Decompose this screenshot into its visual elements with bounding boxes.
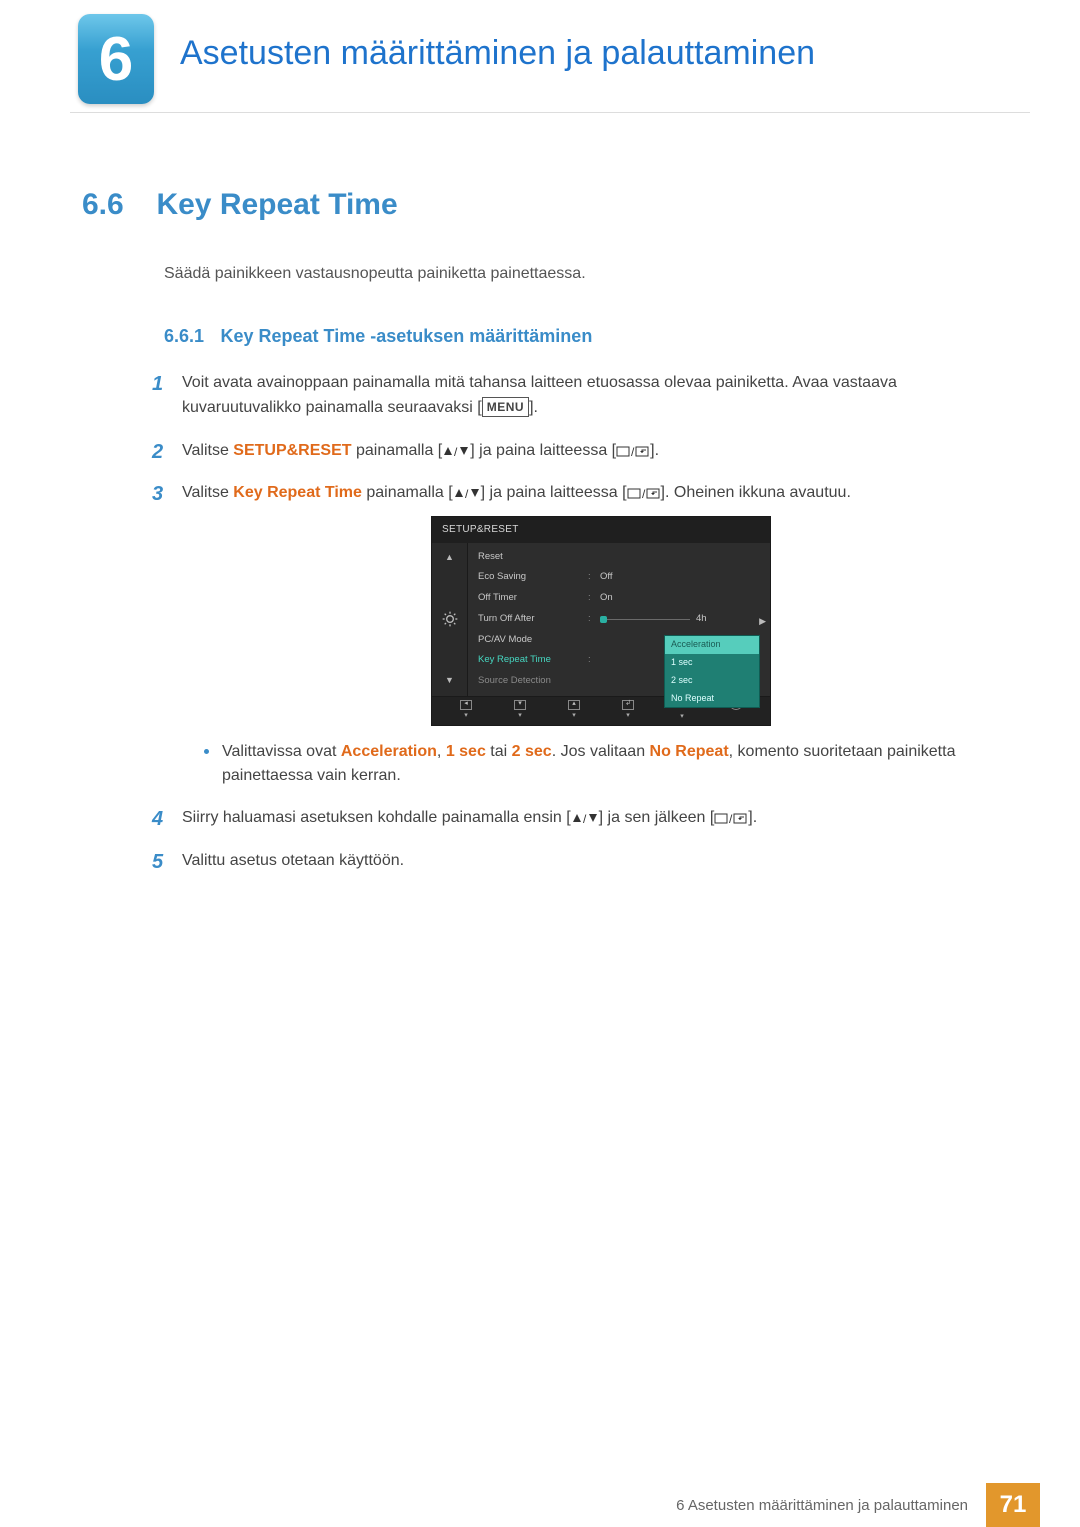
step-5-text: Valittu asetus otetaan käyttöön.: [182, 852, 404, 869]
osd-slider: [600, 619, 690, 620]
divider: [70, 112, 1030, 113]
osd-val-turn-off: 4h: [696, 612, 707, 627]
step-number: 3: [152, 479, 163, 510]
step-3: 3 Valitse Key Repeat Time painamalla [ /]…: [152, 481, 1020, 788]
setup-reset-label: SETUP&RESET: [233, 442, 351, 459]
osd-row-reset: Reset: [478, 550, 588, 565]
step-number: 5: [152, 847, 163, 878]
step-5: 5 Valittu asetus otetaan käyttöön.: [152, 849, 1020, 874]
section-title: Key Repeat Time: [156, 188, 397, 222]
step-3-text-d: ]. Oheinen ikkuna avautuu.: [661, 484, 851, 501]
step-2: 2 Valitse SETUP&RESET painamalla [/] ja …: [152, 439, 1020, 464]
osd-title: SETUP&RESET: [432, 517, 770, 543]
step-3-bullet: Valittavissa ovat Acceleration, 1 sec ta…: [204, 740, 1020, 788]
step-number: 4: [152, 804, 163, 835]
step-3-text-b: painamalla [: [362, 484, 453, 501]
key-repeat-time-label: Key Repeat Time: [233, 484, 362, 501]
opt-acceleration: Acceleration: [341, 743, 437, 760]
step-1-text-b: ].: [529, 399, 538, 416]
svg-text:/: /: [631, 445, 635, 457]
opt-2sec: 2 sec: [512, 743, 552, 760]
step-4-text-a: Siirry haluamasi asetuksen kohdalle pain…: [182, 809, 571, 826]
step-4-text-c: ].: [748, 809, 757, 826]
step-2-text-a: Valitse: [182, 442, 233, 459]
osd-val-eco: Off: [600, 570, 760, 585]
osd-val-off-timer: On: [600, 591, 760, 606]
svg-text:/: /: [729, 812, 733, 824]
step-3-text-c: ] ja paina laitteessa [: [481, 484, 627, 501]
chapter-title: Asetusten määrittäminen ja palauttaminen: [180, 34, 815, 73]
osd-option-2sec: 2 sec: [665, 672, 759, 690]
osd-options-panel: Acceleration 1 sec 2 sec No Repeat: [664, 635, 760, 709]
osd-row-off-timer: Off Timer: [478, 591, 588, 606]
opt-1sec: 1 sec: [446, 743, 486, 760]
step-1-text-a: Voit avata avainoppaan painamalla mitä t…: [182, 374, 897, 416]
step-number: 1: [152, 369, 163, 400]
osd-option-acceleration: Acceleration: [665, 636, 759, 654]
osd-option-no-repeat: No Repeat: [665, 690, 759, 708]
step-2-text-c: ] ja paina laitteessa [: [470, 442, 616, 459]
chapter-number: 6: [99, 24, 133, 95]
section-intro: Säädä painikkeen vastausnopeutta painike…: [164, 262, 1020, 286]
step-4-text-b: ] ja sen jälkeen [: [599, 809, 715, 826]
footer-text: 6 Asetusten määrittäminen ja palauttamin…: [676, 1483, 986, 1527]
page-footer: 6 Asetusten määrittäminen ja palauttamin…: [0, 1483, 1080, 1527]
osd-row-krt: Key Repeat Time: [478, 653, 588, 668]
osd-row-eco: Eco Saving: [478, 570, 588, 585]
subsection-number: 6.6.1: [164, 326, 204, 346]
subsection-title: Key Repeat Time -asetuksen määrittäminen: [221, 326, 593, 346]
up-down-icon: /: [571, 812, 599, 824]
osd-btn-up-icon: ▴: [568, 700, 580, 710]
svg-text:/: /: [454, 445, 458, 457]
enter-return-icon: /: [714, 812, 748, 824]
osd-row-turn-off: Turn Off After: [478, 612, 588, 627]
up-down-icon: /: [442, 445, 470, 457]
step-2-text-d: ].: [650, 442, 659, 459]
osd-btn-back-icon: ◂: [460, 700, 472, 710]
osd-btn-down-icon: ▾: [514, 700, 526, 710]
section-number: 6.6: [82, 188, 152, 222]
svg-text:/: /: [465, 487, 469, 499]
gear-icon: [442, 611, 458, 627]
osd-row-pcav: PC/AV Mode: [478, 633, 588, 648]
step-number: 2: [152, 437, 163, 468]
svg-text:/: /: [642, 487, 646, 499]
step-2-text-b: painamalla [: [352, 442, 443, 459]
osd-btn-enter-icon: ↲: [622, 700, 634, 710]
osd-row-source: Source Detection: [478, 674, 588, 689]
osd-up-icon: ▲: [445, 551, 454, 565]
osd-caret-icon: ▶: [759, 615, 766, 629]
osd-down-icon: ▼: [445, 674, 454, 688]
up-down-icon: /: [453, 487, 481, 499]
opt-no-repeat: No Repeat: [650, 743, 729, 760]
step-4: 4 Siirry haluamasi asetuksen kohdalle pa…: [152, 806, 1020, 831]
enter-return-icon: /: [627, 487, 661, 499]
chapter-number-badge: 6: [78, 14, 154, 104]
osd-screenshot: SETUP&RESET ▲ ▼ Reset Eco Saving:Off Off…: [431, 516, 771, 726]
menu-button-icon: MENU: [482, 397, 529, 418]
osd-option-1sec: 1 sec: [665, 654, 759, 672]
svg-text:/: /: [583, 812, 587, 824]
footer-page-number: 71: [986, 1483, 1040, 1527]
enter-return-icon: /: [616, 445, 650, 457]
step-3-text-a: Valitse: [182, 484, 233, 501]
step-1: 1 Voit avata avainoppaan painamalla mitä…: [152, 371, 1020, 421]
